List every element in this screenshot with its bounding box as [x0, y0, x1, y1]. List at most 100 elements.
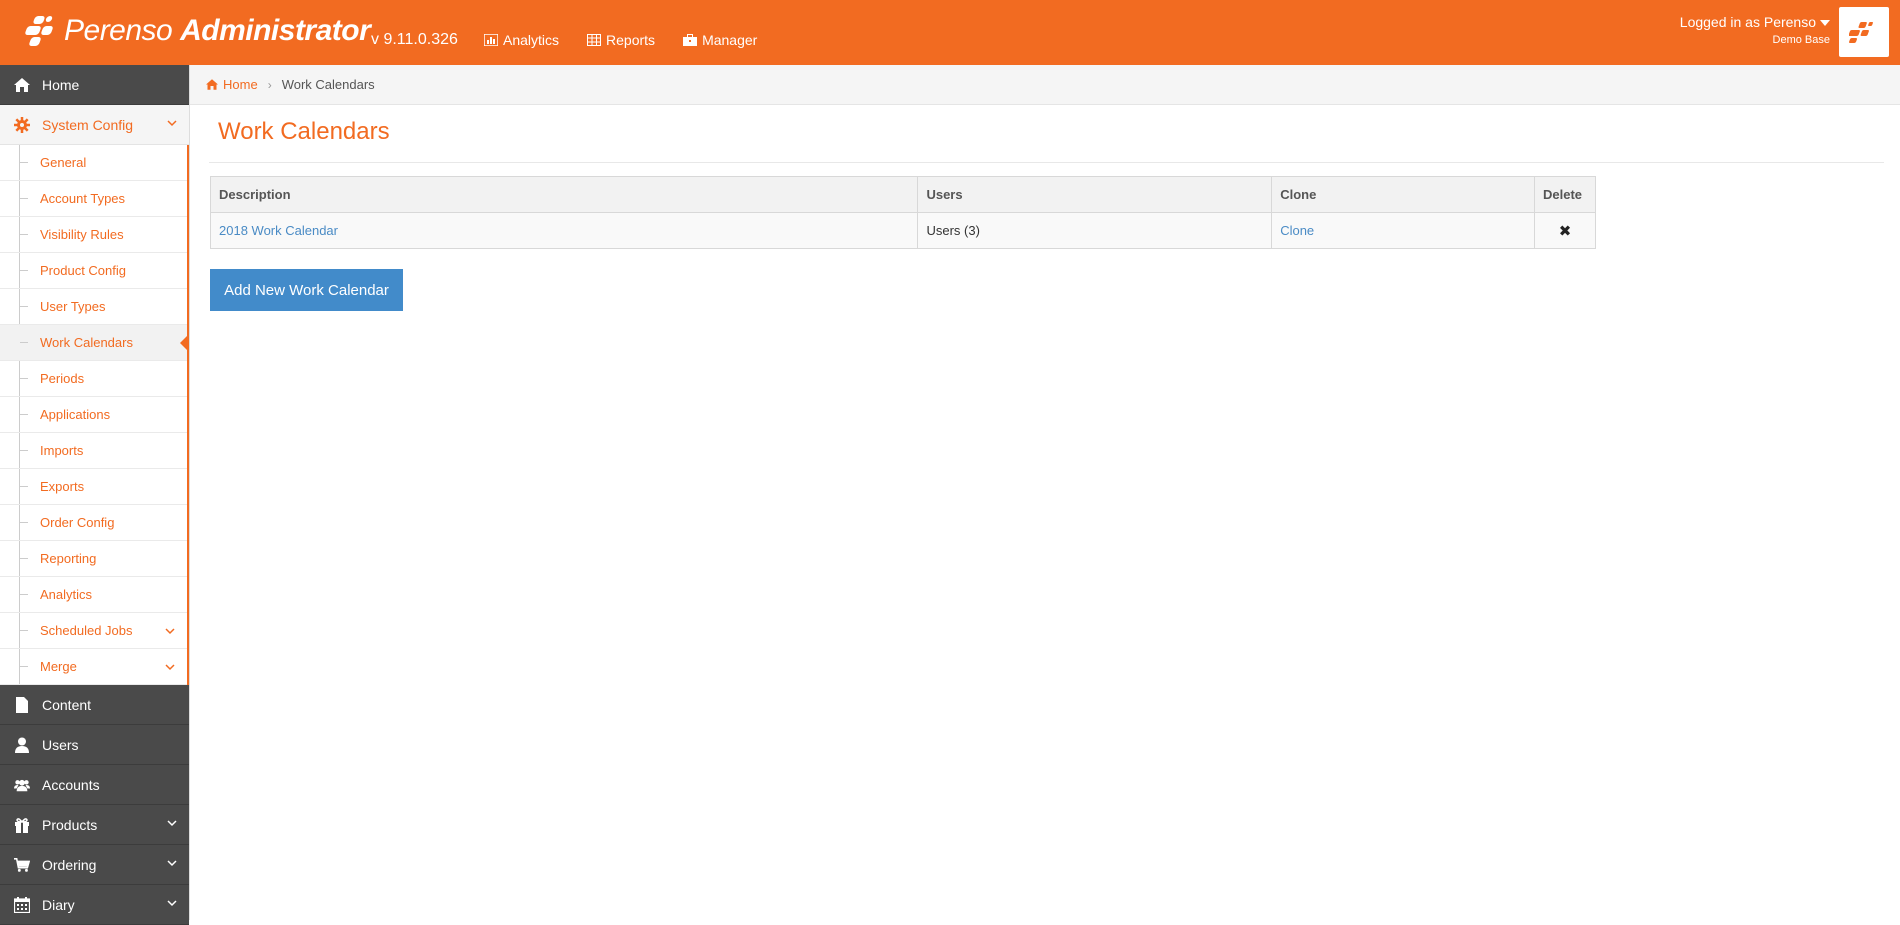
description-cell: 2018 Work Calendar [209, 212, 919, 249]
top-nav: Analytics Reports Manager [484, 32, 757, 48]
delete-icon[interactable]: ✖ [1559, 223, 1572, 240]
sidebar-item-label: Scheduled Jobs [40, 623, 133, 638]
calendar-description-link[interactable]: 2018 Work Calendar [219, 223, 338, 238]
sidebar-item-exports[interactable]: Exports [0, 469, 187, 505]
gear-icon [14, 116, 30, 133]
sidebar-item-users[interactable]: Users [0, 725, 189, 765]
user-icon [14, 737, 30, 753]
chevron-down-icon [167, 120, 177, 127]
nav-reports-label: Reports [606, 32, 656, 48]
nav-analytics[interactable]: Analytics [484, 32, 559, 48]
shopping-cart-icon [14, 857, 30, 873]
sidebar-item-ordering[interactable]: Ordering [0, 845, 189, 885]
logo-text-light: Perenso [64, 14, 173, 47]
table-row: 2018 Work Calendar Users (3) Clone ✖ [209, 212, 1596, 249]
sidebar-item-label: Analytics [40, 587, 93, 602]
breadcrumb-separator-icon: › [267, 77, 272, 92]
avatar[interactable] [1839, 7, 1889, 57]
sidebar-item-visibility-rules[interactable]: Visibility Rules [0, 217, 187, 253]
sidebar-item-label: Imports [40, 443, 84, 458]
clone-link[interactable]: Clone [1280, 223, 1314, 238]
breadcrumb: Home › Work Calendars [190, 65, 1900, 105]
sidebar-item-label: Users [42, 736, 79, 753]
chevron-down-icon [165, 664, 175, 671]
sidebar-item-order-config[interactable]: Order Config [0, 505, 187, 541]
sidebar-item-content[interactable]: Content [0, 685, 189, 725]
column-header-clone[interactable]: Clone [1271, 176, 1535, 213]
sidebar-item-label: System Config [42, 116, 134, 133]
database-label: Demo Base [1772, 34, 1830, 46]
sidebar: Home System Config General Account Types… [0, 65, 190, 925]
bar-chart-icon [484, 34, 498, 46]
gift-icon [14, 817, 30, 833]
sidebar-item-user-types[interactable]: User Types [0, 289, 187, 325]
sidebar-item-account-types[interactable]: Account Types [0, 181, 187, 217]
app-logo[interactable]: Perenso Administrator [24, 14, 371, 48]
briefcase-icon [683, 34, 698, 46]
sidebar-item-label: Products [42, 816, 98, 833]
logged-in-label[interactable]: Logged in as Perenso [1680, 14, 1830, 30]
sidebar-item-general[interactable]: General [0, 145, 187, 181]
system-config-submenu: General Account Types Visibility Rules P… [0, 145, 189, 685]
sidebar-item-imports[interactable]: Imports [0, 433, 187, 469]
nav-reports[interactable]: Reports [587, 32, 655, 48]
app-title: Perenso Administrator [64, 14, 371, 48]
sidebar-item-applications[interactable]: Applications [0, 397, 187, 433]
add-work-calendar-button[interactable]: Add New Work Calendar [210, 269, 403, 311]
calendar-icon [14, 896, 30, 913]
sidebar-item-label: Diary [42, 896, 75, 913]
sidebar-item-accounts[interactable]: Accounts [0, 765, 189, 805]
sidebar-item-merge[interactable]: Merge [0, 649, 187, 685]
column-header-users[interactable]: Users [917, 176, 1273, 213]
table-header-row: Description Users Clone Delete [209, 176, 1596, 213]
sidebar-item-scheduled-jobs[interactable]: Scheduled Jobs [0, 613, 187, 649]
caret-down-icon [1820, 20, 1830, 27]
home-icon [206, 79, 218, 90]
column-header-description[interactable]: Description [209, 176, 919, 213]
chevron-down-icon [167, 860, 177, 867]
nav-manager-label: Manager [702, 32, 758, 48]
sidebar-item-label: Work Calendars [40, 335, 133, 350]
sidebar-item-products[interactable]: Products [0, 805, 189, 845]
logo-text-bold: Administrator [180, 14, 371, 47]
sidebar-item-home[interactable]: Home [0, 65, 189, 105]
home-icon [14, 77, 30, 93]
users-cell: Users (3) [917, 212, 1273, 249]
chevron-down-icon [167, 900, 177, 907]
nav-manager[interactable]: Manager [683, 32, 757, 48]
sidebar-item-analytics[interactable]: Analytics [0, 577, 187, 613]
sidebar-item-product-config[interactable]: Product Config [0, 253, 187, 289]
nav-analytics-label: Analytics [503, 32, 560, 48]
users-icon [14, 777, 30, 793]
sidebar-item-label: Order Config [40, 515, 115, 530]
page-title: Work Calendars [218, 118, 390, 145]
sidebar-item-label: General [40, 155, 87, 170]
sidebar-item-system-config[interactable]: System Config [0, 105, 189, 145]
breadcrumb-home[interactable]: Home [206, 77, 258, 92]
sidebar-item-label: Home [42, 76, 80, 93]
top-bar: Perenso Administrator v 9.11.0.326 Analy… [0, 0, 1900, 65]
sidebar-item-label: User Types [40, 299, 106, 314]
sidebar-item-label: Accounts [42, 776, 100, 793]
sidebar-item-label: Applications [40, 407, 111, 422]
sidebar-item-label: Exports [40, 479, 85, 494]
user-menu[interactable]: Logged in as Perenso Demo Base [1680, 14, 1830, 46]
sidebar-item-label: Product Config [40, 263, 126, 278]
sidebar-item-periods[interactable]: Periods [0, 361, 187, 397]
sidebar-item-label: Visibility Rules [40, 227, 124, 242]
clone-cell: Clone [1271, 212, 1535, 249]
breadcrumb-home-label: Home [223, 77, 258, 92]
version-label: v 9.11.0.326 [371, 31, 458, 48]
column-header-delete[interactable]: Delete [1534, 176, 1596, 213]
sidebar-item-reporting[interactable]: Reporting [0, 541, 187, 577]
sidebar-item-work-calendars[interactable]: Work Calendars [0, 325, 189, 361]
sidebar-item-label: Account Types [40, 191, 126, 206]
sidebar-item-label: Reporting [40, 551, 97, 566]
file-icon [14, 696, 30, 713]
perenso-logo-icon [24, 14, 60, 48]
perenso-logo-icon [1849, 22, 1873, 43]
sidebar-item-label: Content [42, 696, 92, 713]
sidebar-item-diary[interactable]: Diary [0, 885, 189, 925]
title-divider [209, 162, 1884, 163]
sidebar-item-label: Ordering [42, 856, 97, 873]
